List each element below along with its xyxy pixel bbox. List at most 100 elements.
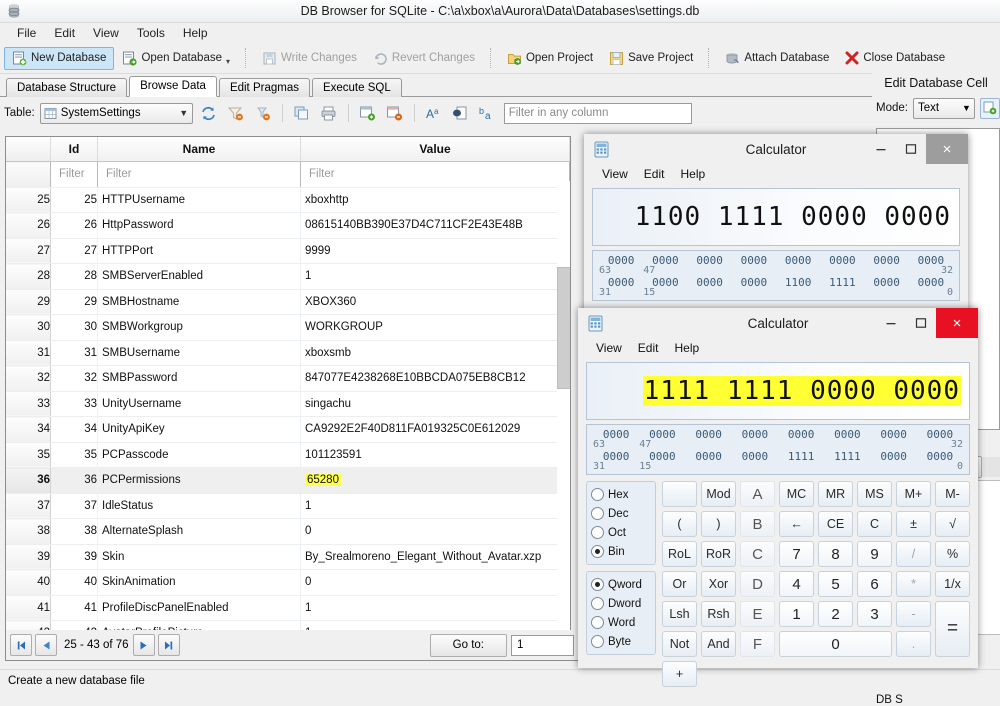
calc-key-sym[interactable]: ± [896, 511, 931, 537]
radio-bin[interactable]: Bin [591, 542, 651, 561]
goto-input[interactable]: 1 [511, 634, 574, 656]
radio-word[interactable]: Word [591, 613, 651, 632]
radio-byte[interactable]: Byte [591, 632, 651, 651]
calculator-window-front[interactable]: Calculator × View Edit Help 1111 1111 0000 00… [578, 308, 978, 687]
cell-id[interactable]: 30 [50, 314, 98, 341]
filter-cell-value[interactable]: Filter [300, 161, 570, 188]
cell-name[interactable]: UnityApiKey [97, 416, 301, 443]
open-database-button[interactable]: Open Database ▾ [114, 47, 238, 70]
cell-name[interactable]: HTTPUsername [97, 187, 301, 213]
radio-qword[interactable]: Qword [591, 575, 651, 594]
calc-key-sym[interactable]: = [935, 601, 970, 657]
menu-tools[interactable]: Tools [128, 24, 174, 42]
write-changes-button[interactable]: Write Changes [254, 47, 365, 70]
table-row[interactable]: 26 26 HttpPassword 08615140BB390E37D4C711CF… [6, 212, 570, 239]
cell-value[interactable]: 9999 [300, 238, 570, 264]
cell-name[interactable]: IdleStatus [97, 493, 301, 519]
menu-view[interactable]: View [84, 24, 128, 42]
cell-value[interactable]: WORKGROUP [300, 314, 570, 341]
cell-name[interactable]: SMBPassword [97, 365, 301, 392]
cell-name[interactable]: SkinAnimation [97, 569, 301, 596]
table-row[interactable]: 32 32 SMBPassword 847077E4238268E10BBCDA075… [6, 365, 570, 392]
radio-button-icon[interactable] [591, 616, 604, 629]
table-row[interactable]: 29 29 SMBHostname XBOX360 [6, 289, 570, 315]
row-header[interactable]: 30 [6, 314, 51, 341]
cell-name[interactable]: SMBServerEnabled [97, 263, 301, 290]
table-row[interactable]: 40 40 SkinAnimation 0 [6, 569, 570, 596]
prev-page-icon[interactable] [35, 634, 57, 656]
cell-id[interactable]: 34 [50, 416, 98, 443]
radio-button-icon[interactable] [591, 635, 604, 648]
radio-button-icon[interactable] [591, 507, 604, 520]
calc-key-mod[interactable]: Mod [701, 481, 736, 507]
table-row[interactable]: 37 37 IdleStatus 1 [6, 493, 570, 519]
table-row[interactable]: 34 34 UnityApiKey CA9292E2F40D811FA019325C0… [6, 416, 570, 443]
calc-key-d[interactable]: D [740, 571, 775, 597]
calc-key-sym[interactable]: % [935, 541, 970, 567]
table-row[interactable]: 41 41 ProfileDiscPanelEnabled 1 [6, 595, 570, 621]
cell-value[interactable]: 1 [300, 493, 570, 519]
calculator-menu-edit[interactable]: Edit [636, 165, 673, 183]
revert-changes-button[interactable]: Revert Changes [365, 47, 483, 70]
maximize-button[interactable] [906, 308, 936, 338]
cell-name[interactable]: SMBHostname [97, 289, 301, 315]
cell-value[interactable]: XBOX360 [300, 289, 570, 315]
radio-button-icon[interactable] [591, 488, 604, 501]
calculator-menu-view[interactable]: View [588, 339, 630, 357]
cell-id[interactable]: 26 [50, 212, 98, 239]
cell-id[interactable]: 39 [50, 544, 98, 570]
calc-key-blank[interactable] [662, 481, 697, 507]
calc-key-8[interactable]: 8 [818, 541, 853, 567]
close-database-button[interactable]: Close Database [837, 47, 953, 69]
row-header[interactable]: 25 [6, 187, 51, 213]
row-header[interactable]: 37 [6, 493, 51, 519]
calc-key-a[interactable]: A [740, 481, 775, 507]
cell-id[interactable]: 28 [50, 263, 98, 290]
radio-button-icon[interactable] [591, 545, 604, 558]
cell-id[interactable]: 31 [50, 340, 98, 366]
row-header[interactable]: 33 [6, 391, 51, 417]
calc-key-e[interactable]: E [740, 601, 775, 627]
calc-key-ce[interactable]: CE [818, 511, 853, 537]
close-button[interactable]: × [936, 308, 978, 338]
refresh-icon[interactable] [198, 102, 220, 124]
copy-icon[interactable] [291, 102, 313, 124]
calc-key-sym[interactable]: √ [935, 511, 970, 537]
calc-key-and[interactable]: And [701, 631, 736, 657]
table-row[interactable]: 39 39 Skin By_Srealmoreno_Elegant_Without_A… [6, 544, 570, 570]
calc-key-sym[interactable]: ( [662, 511, 697, 537]
calc-key-or[interactable]: Or [662, 571, 697, 597]
table-row[interactable]: 28 28 SMBServerEnabled 1 [6, 263, 570, 290]
row-header[interactable]: 40 [6, 569, 51, 596]
calc-key-rsh[interactable]: Rsh [701, 601, 736, 627]
import-cell-icon[interactable] [979, 97, 1000, 119]
menu-help[interactable]: Help [174, 24, 217, 42]
calc-key-4[interactable]: 4 [779, 571, 814, 597]
calculator-title-bar[interactable]: Calculator × [578, 308, 978, 338]
column-header-name[interactable]: Name [97, 137, 301, 162]
table-row[interactable]: 36 36 PCPermissions 65280 [6, 467, 570, 494]
cell-value[interactable]: 0 [300, 518, 570, 545]
cell-value[interactable]: By_Srealmoreno_Elegant_Without_Avatar.xz… [300, 544, 570, 570]
close-button[interactable]: × [926, 134, 968, 164]
filter-any-column-input[interactable]: Filter in any column [503, 102, 692, 124]
row-header[interactable]: 34 [6, 416, 51, 443]
calc-key-7[interactable]: 7 [779, 541, 814, 567]
calc-key-sym[interactable]: . [896, 631, 931, 657]
cell-id[interactable]: 40 [50, 569, 98, 596]
row-header[interactable]: 31 [6, 340, 51, 366]
calc-key-sym[interactable]: ) [701, 511, 736, 537]
calc-key-sym[interactable]: + [662, 661, 697, 687]
calculator-menu-view[interactable]: View [594, 165, 636, 183]
row-header[interactable]: 39 [6, 544, 51, 570]
menu-edit[interactable]: Edit [45, 24, 84, 42]
cell-id[interactable]: 37 [50, 493, 98, 519]
calc-key-ror[interactable]: RoR [701, 541, 736, 567]
cell-id[interactable]: 41 [50, 595, 98, 621]
clear-filter-icon[interactable] [225, 102, 247, 124]
minimize-button[interactable] [876, 308, 906, 338]
calculator-menu-edit[interactable]: Edit [630, 339, 667, 357]
calculator-bit-display[interactable]: 0000 0000 0000 0000 0000 0000 0000 0000 63 47 32 00… [586, 424, 970, 475]
table-row[interactable]: 25 25 HTTPUsername xboxhttp [6, 187, 570, 213]
row-header[interactable]: 28 [6, 263, 51, 290]
